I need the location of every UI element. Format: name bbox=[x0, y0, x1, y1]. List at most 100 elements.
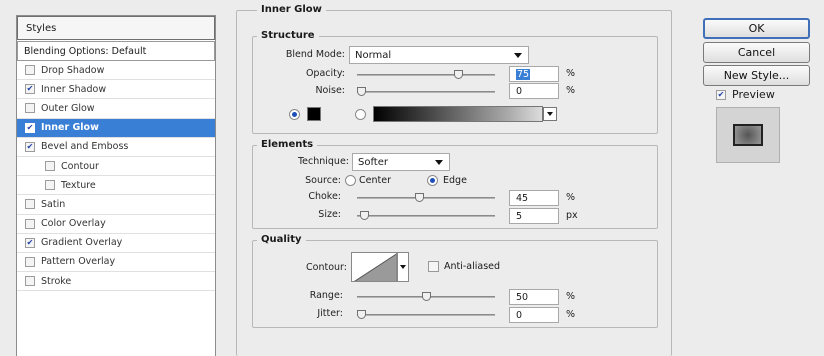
style-item-texture[interactable]: Texture bbox=[17, 176, 215, 196]
inner-glow-panel: Inner Glow Structure Blend Mode: Normal … bbox=[236, 4, 676, 356]
anti-aliased-checkbox[interactable] bbox=[428, 261, 439, 272]
style-checkbox-bevel-and-emboss[interactable]: ✔ bbox=[25, 141, 35, 152]
styles-header-label: Styles bbox=[26, 22, 57, 34]
range-label: Range: bbox=[309, 290, 343, 301]
choke-label: Choke: bbox=[308, 191, 341, 202]
size-input[interactable]: 5 bbox=[509, 208, 559, 224]
ok-button[interactable]: OK bbox=[703, 18, 810, 39]
style-items: Drop Shadow ✔ Inner Shadow Outer Glow ✔ Inner… bbox=[17, 61, 215, 292]
noise-unit: % bbox=[566, 85, 576, 96]
style-item-label: Contour bbox=[61, 160, 99, 172]
choke-value: 45 bbox=[516, 192, 529, 204]
style-item-contour[interactable]: Contour bbox=[17, 157, 215, 177]
quality-group: Quality Contour: Anti-aliased Range: 50 … bbox=[252, 234, 658, 328]
glow-gradient-picker[interactable] bbox=[373, 106, 543, 122]
opacity-unit: % bbox=[566, 68, 576, 79]
contour-dropdown-button[interactable] bbox=[397, 252, 409, 282]
jitter-value: 0 bbox=[516, 309, 523, 321]
style-checkbox-outer-glow[interactable] bbox=[25, 103, 35, 114]
source-label: Source: bbox=[305, 175, 341, 186]
style-item-stroke[interactable]: Stroke bbox=[17, 272, 215, 292]
gradient-dropdown-button[interactable] bbox=[543, 107, 557, 121]
style-item-label: Outer Glow bbox=[41, 102, 95, 114]
size-slider[interactable] bbox=[357, 211, 495, 220]
choke-input[interactable]: 45 bbox=[509, 190, 559, 206]
range-value: 50 bbox=[516, 291, 529, 303]
blend-mode-value: Normal bbox=[355, 49, 392, 61]
noise-input[interactable]: 0 bbox=[509, 83, 559, 99]
choke-slider[interactable] bbox=[357, 193, 495, 202]
preview-checkbox[interactable]: ✔ bbox=[716, 89, 726, 100]
style-checkbox-inner-glow[interactable]: ✔ bbox=[25, 122, 35, 133]
style-item-label: Pattern Overlay bbox=[41, 256, 116, 268]
noise-slider-thumb[interactable] bbox=[357, 87, 366, 96]
style-item-label: Stroke bbox=[41, 275, 72, 287]
style-checkbox-satin[interactable] bbox=[25, 199, 35, 210]
jitter-input[interactable]: 0 bbox=[509, 307, 559, 323]
blending-options-label: Blending Options: Default bbox=[24, 45, 147, 57]
styles-header[interactable]: Styles bbox=[17, 16, 215, 40]
style-item-inner-glow[interactable]: ✔ Inner Glow bbox=[17, 118, 215, 138]
cancel-button[interactable]: Cancel bbox=[703, 42, 810, 63]
style-checkbox-pattern-overlay[interactable] bbox=[25, 256, 35, 267]
style-checkbox-texture[interactable] bbox=[45, 180, 55, 191]
style-checkbox-color-overlay[interactable] bbox=[25, 218, 35, 229]
opacity-slider-thumb[interactable] bbox=[453, 70, 463, 79]
technique-value: Softer bbox=[358, 156, 388, 168]
style-checkbox-stroke[interactable] bbox=[25, 276, 35, 287]
range-unit: % bbox=[566, 291, 576, 302]
style-item-gradient-overlay[interactable]: ✔ Gradient Overlay bbox=[17, 234, 215, 253]
source-edge-radio[interactable] bbox=[427, 175, 438, 186]
style-item-label: Inner Shadow bbox=[41, 83, 107, 95]
range-input[interactable]: 50 bbox=[509, 289, 559, 305]
style-preview bbox=[716, 107, 780, 163]
opacity-input[interactable]: 75 bbox=[509, 66, 559, 82]
style-item-satin[interactable]: Satin bbox=[17, 195, 215, 215]
style-item-color-overlay[interactable]: Color Overlay bbox=[17, 215, 215, 234]
style-item-drop-shadow[interactable]: Drop Shadow bbox=[17, 61, 215, 81]
size-value: 5 bbox=[516, 210, 523, 222]
style-checkbox-gradient-overlay[interactable]: ✔ bbox=[25, 237, 35, 248]
range-slider-thumb[interactable] bbox=[421, 292, 431, 301]
size-slider-thumb[interactable] bbox=[359, 211, 369, 220]
preview-toggle[interactable]: ✔ Preview bbox=[716, 88, 775, 101]
elements-title: Elements bbox=[257, 139, 318, 150]
style-checkbox-drop-shadow[interactable] bbox=[25, 65, 35, 76]
range-slider[interactable] bbox=[357, 292, 495, 301]
contour-picker[interactable] bbox=[351, 252, 397, 282]
jitter-slider-thumb[interactable] bbox=[357, 310, 366, 319]
style-checkbox-inner-shadow[interactable]: ✔ bbox=[25, 84, 35, 95]
opacity-label: Opacity: bbox=[305, 68, 345, 79]
structure-group: Structure Blend Mode: Normal Opacity: 75… bbox=[252, 30, 658, 134]
style-item-outer-glow[interactable]: Outer Glow bbox=[17, 99, 215, 119]
source-center-radio[interactable] bbox=[345, 175, 356, 186]
technique-label: Technique: bbox=[297, 156, 349, 167]
style-item-label: Texture bbox=[61, 179, 96, 191]
elements-group: Elements Technique: Softer Source: Cente… bbox=[252, 139, 658, 229]
blend-mode-label: Blend Mode: bbox=[285, 49, 345, 60]
color-fill-radio[interactable] bbox=[289, 109, 300, 120]
new-style-button[interactable]: New Style... bbox=[703, 65, 810, 86]
technique-select[interactable]: Softer bbox=[352, 153, 450, 171]
blending-options-item[interactable]: Blending Options: Default bbox=[17, 41, 215, 61]
glow-color-swatch[interactable] bbox=[307, 107, 321, 121]
inner-glow-title: Inner Glow bbox=[257, 4, 326, 15]
styles-list: Styles Blending Options: Default Drop Sh… bbox=[16, 15, 216, 356]
style-item-pattern-overlay[interactable]: Pattern Overlay bbox=[17, 253, 215, 273]
opacity-slider[interactable] bbox=[357, 70, 495, 79]
style-item-label: Satin bbox=[41, 198, 66, 210]
style-item-label: Color Overlay bbox=[41, 218, 106, 230]
noise-label: Noise: bbox=[315, 85, 345, 96]
style-item-inner-shadow[interactable]: ✔ Inner Shadow bbox=[17, 80, 215, 100]
blend-mode-select[interactable]: Normal bbox=[349, 46, 529, 64]
structure-title: Structure bbox=[257, 30, 319, 41]
style-item-label: Gradient Overlay bbox=[41, 237, 123, 249]
style-checkbox-contour[interactable] bbox=[45, 161, 55, 172]
jitter-slider[interactable] bbox=[357, 310, 495, 319]
style-item-label: Inner Glow bbox=[41, 122, 99, 134]
opacity-value: 75 bbox=[516, 68, 531, 80]
gradient-fill-radio[interactable] bbox=[355, 109, 366, 120]
style-item-bevel-and-emboss[interactable]: ✔ Bevel and Emboss bbox=[17, 138, 215, 157]
noise-slider[interactable] bbox=[357, 87, 495, 96]
choke-slider-thumb[interactable] bbox=[415, 193, 425, 202]
